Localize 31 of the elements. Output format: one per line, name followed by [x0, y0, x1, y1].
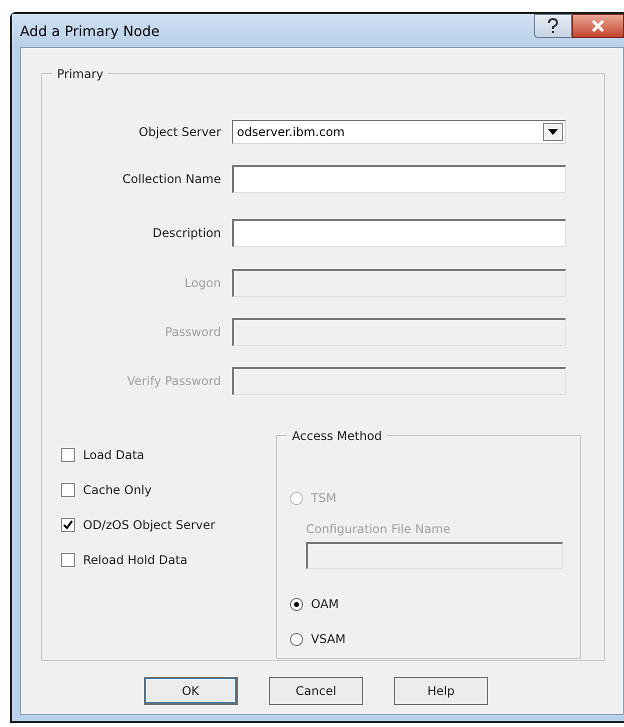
help-button[interactable]: [534, 14, 572, 38]
checkbox-label: OD/zOS Object Server: [83, 517, 216, 534]
checkbox[interactable]: [61, 553, 75, 567]
checkbox[interactable]: [61, 483, 75, 497]
checkbox-label: Cache Only: [83, 482, 152, 499]
text-field[interactable]: [232, 219, 566, 247]
dialog-button[interactable]: OK: [144, 677, 238, 705]
dialog-button[interactable]: Help: [394, 677, 488, 705]
checkbox[interactable]: [61, 448, 75, 462]
radio-label: OAM: [311, 596, 339, 613]
radio-button[interactable]: [290, 598, 303, 610]
window-title: Add a Primary Node: [20, 23, 161, 42]
field-label: Object Server: [138, 124, 222, 141]
field-label: Configuration File Name: [306, 521, 452, 538]
field-label: Logon: [184, 275, 222, 292]
field-label: Collection Name: [121, 171, 222, 188]
text-field[interactable]: [232, 165, 566, 193]
field-label: Description: [152, 225, 222, 242]
checkbox-label: Load Data: [83, 447, 144, 464]
checkbox-label: Reload Hold Data: [83, 552, 188, 569]
object-server-dropdown[interactable]: odserver.ibm.com: [232, 120, 566, 144]
field-label: Password: [164, 324, 222, 341]
radio-label: VSAM: [311, 631, 346, 648]
question-mark-icon: [547, 18, 559, 34]
checkbox[interactable]: [61, 518, 75, 532]
close-button[interactable]: [572, 14, 624, 38]
field-label: Verify Password: [126, 373, 222, 390]
close-icon: [591, 20, 605, 32]
radio-button[interactable]: [290, 632, 303, 646]
radio-label: TSM: [311, 490, 336, 507]
dialog-button[interactable]: Cancel: [269, 677, 363, 705]
